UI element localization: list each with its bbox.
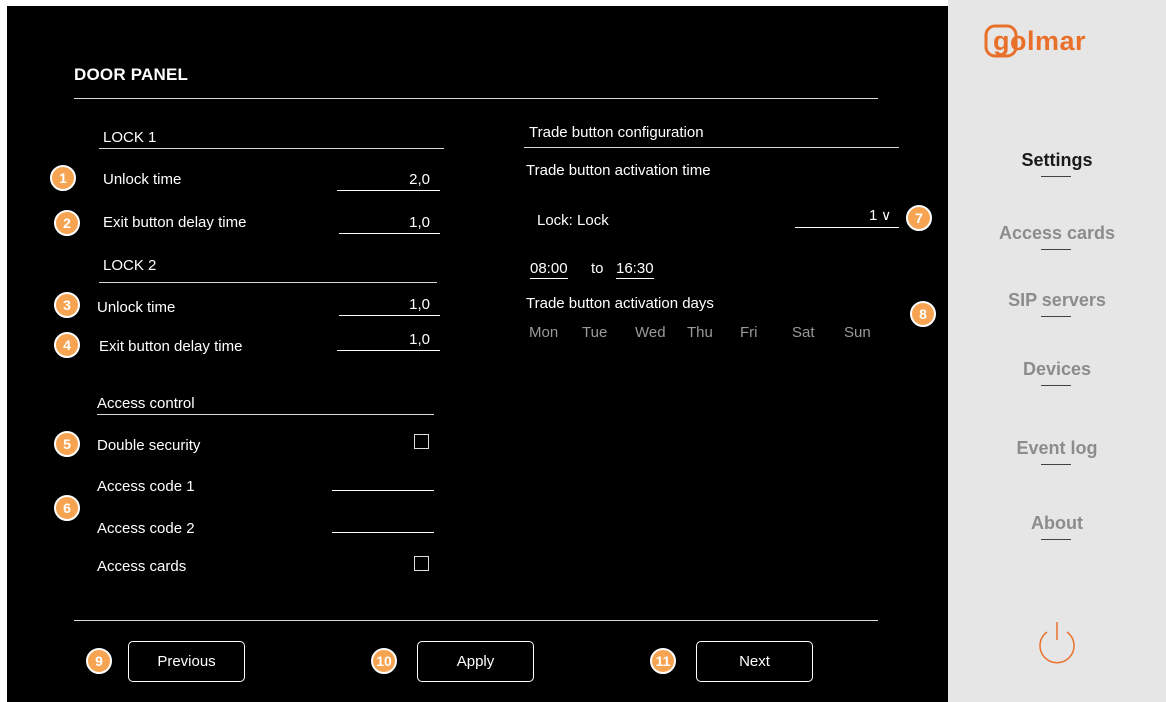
day-tue[interactable]: Tue [582,324,607,341]
callout-badge-2: 2 [54,210,80,236]
sidebar-item-label: Event log [1016,438,1098,458]
lock2-heading: LOCK 2 [103,257,157,274]
sidebar: golmar Settings Access cards SIP servers… [948,0,1166,702]
callout-badge-11: 11 [650,648,676,674]
trade-start-time[interactable]: 08:00 [530,260,568,279]
trade-lock-select[interactable]: 1 ∨ [795,207,899,228]
trade-days-label: Trade button activation days [526,295,714,312]
sidebar-item-sip-servers[interactable]: SIP servers [948,290,1166,311]
nav-underline [1041,316,1071,317]
trade-activation-time-label: Trade button activation time [526,162,711,179]
lock2-unlock-label: Unlock time [97,299,176,316]
nav-underline [1041,539,1071,540]
lock2-exit-value[interactable]: 1,0 [337,330,440,351]
previous-button[interactable]: Previous [128,641,245,682]
lock2-divider [99,282,437,283]
lock1-heading: LOCK 1 [103,129,157,146]
chevron-down-icon: ∨ [881,207,892,223]
sidebar-item-event-log[interactable]: Event log [948,438,1166,459]
sidebar-item-devices[interactable]: Devices [948,359,1166,380]
day-sat[interactable]: Sat [792,324,815,341]
sidebar-item-about[interactable]: About [948,513,1166,534]
settings-panel: DOOR PANEL LOCK 1 1 Unlock time 2,0 2 Ex… [7,6,948,702]
access-code1-field[interactable] [332,490,434,491]
lock1-unlock-label: Unlock time [103,171,182,188]
double-security-label: Double security [97,437,201,454]
access-cards-label: Access cards [97,558,187,575]
sidebar-item-label: Access cards [998,223,1116,243]
sidebar-item-access-cards[interactable]: Access cards [948,223,1166,244]
trade-to-label: to [591,260,604,277]
nav-underline [1041,249,1071,250]
next-button[interactable]: Next [696,641,813,682]
day-fri[interactable]: Fri [740,324,758,341]
callout-badge-7: 7 [906,205,932,231]
callout-badge-6: 6 [54,495,80,521]
nav-underline [1041,176,1071,177]
nav-underline [1041,385,1071,386]
callout-badge-8: 8 [910,301,936,327]
logo-text: golmar [993,26,1087,56]
callout-badge-4: 4 [54,332,80,358]
access-control-heading: Access control [97,395,195,412]
double-security-checkbox[interactable] [414,434,429,449]
trade-heading: Trade button configuration [529,124,704,141]
lock1-exit-label: Exit button delay time [103,214,247,231]
callout-badge-5: 5 [54,431,80,457]
day-thu[interactable]: Thu [687,324,713,341]
access-cards-checkbox[interactable] [414,556,429,571]
golmar-logo: golmar [984,24,1134,64]
sidebar-item-settings[interactable]: Settings [948,150,1166,171]
access-control-divider [97,414,434,415]
day-wed[interactable]: Wed [635,324,666,341]
trade-lock-label: Lock: Lock [537,212,609,229]
callout-badge-9: 9 [86,648,112,674]
access-code2-label: Access code 2 [97,520,195,537]
title-divider [74,98,878,99]
footer-divider [74,620,878,621]
lock2-exit-label: Exit button delay time [99,338,243,355]
lock2-unlock-value[interactable]: 1,0 [339,295,440,316]
callout-badge-1: 1 [50,165,76,191]
callout-badge-10: 10 [371,648,397,674]
trade-lock-value: 1 [869,207,878,224]
sidebar-item-label: About [1031,513,1083,533]
sidebar-item-label: SIP servers [1008,290,1106,310]
apply-button[interactable]: Apply [417,641,534,682]
day-sun[interactable]: Sun [844,324,871,341]
power-icon[interactable] [1037,620,1077,664]
lock1-unlock-value[interactable]: 2,0 [337,170,440,191]
nav-underline [1041,464,1071,465]
page-title: DOOR PANEL [74,65,189,84]
access-code1-label: Access code 1 [97,478,195,495]
lock1-divider [99,148,444,149]
day-mon[interactable]: Mon [529,324,558,341]
sidebar-item-label: Settings [1021,150,1093,170]
lock1-exit-value[interactable]: 1,0 [339,213,440,234]
trade-end-time[interactable]: 16:30 [616,260,654,279]
sidebar-item-label: Devices [1022,359,1092,379]
callout-badge-3: 3 [54,292,80,318]
access-code2-field[interactable] [332,532,434,533]
trade-divider [524,147,899,148]
